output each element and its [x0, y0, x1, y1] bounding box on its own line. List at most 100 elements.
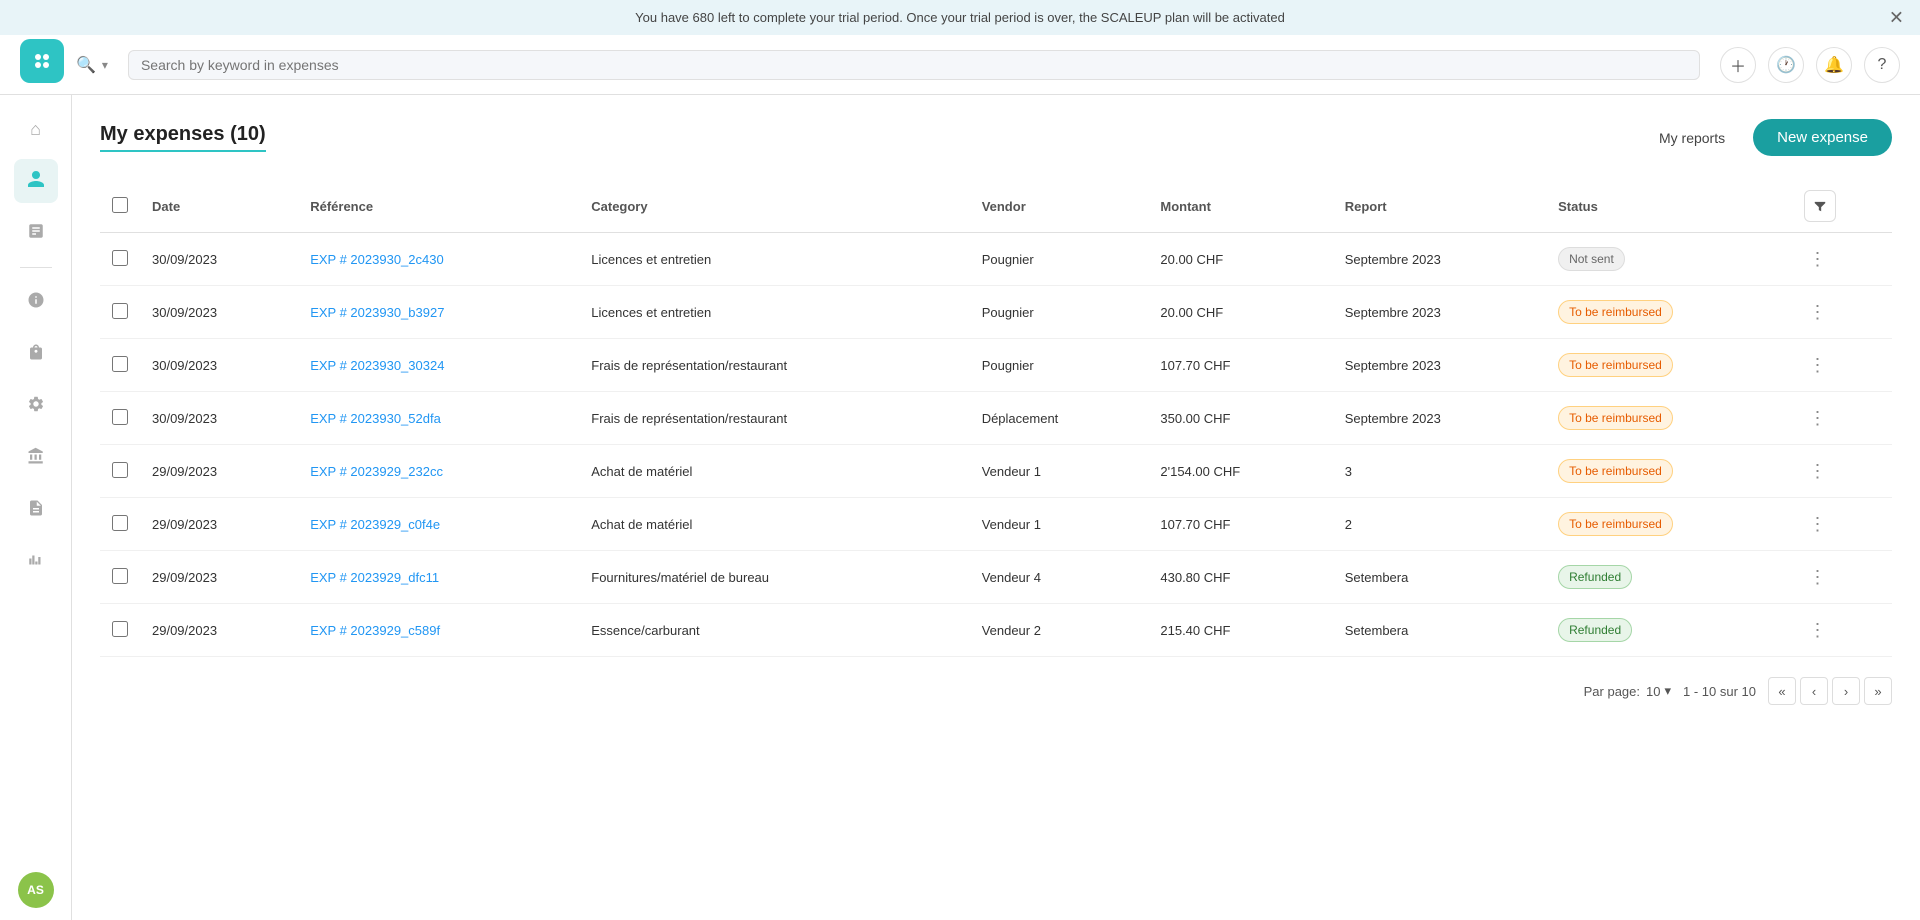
budget-icon — [27, 291, 45, 314]
clock-icon: 🕐 — [1776, 55, 1796, 75]
status-badge: To be reimbursed — [1558, 353, 1673, 377]
sidebar-item-budget[interactable] — [14, 280, 58, 324]
home-icon: ⌂ — [30, 119, 41, 140]
cell-date: 30/09/2023 — [140, 286, 298, 339]
row-checkbox-1[interactable] — [112, 303, 128, 319]
row-menu-button-7[interactable]: ⋮ — [1804, 620, 1830, 641]
expense-link-7[interactable]: EXP # 2023929_c589f — [310, 623, 440, 638]
row-checkbox-4[interactable] — [112, 462, 128, 478]
per-page-label: Par page: — [1584, 684, 1640, 699]
help-button[interactable]: ? — [1864, 47, 1900, 83]
filter-button[interactable] — [1804, 190, 1836, 222]
cell-report: Setembera — [1333, 604, 1546, 657]
clock-button[interactable]: 🕐 — [1768, 47, 1804, 83]
search-input[interactable] — [141, 57, 1687, 73]
cell-report: Septembre 2023 — [1333, 286, 1546, 339]
page-header: My expenses (10) My reports New expense — [100, 119, 1892, 156]
search-bar[interactable] — [128, 50, 1700, 80]
main-content: My expenses (10) My reports New expense … — [72, 95, 1920, 920]
expense-link-2[interactable]: EXP # 2023930_30324 — [310, 358, 444, 373]
cell-amount: 107.70 CHF — [1148, 339, 1332, 392]
search-icon: 🔍 — [76, 55, 96, 75]
status-badge: Refunded — [1558, 565, 1632, 589]
row-menu-button-4[interactable]: ⋮ — [1804, 461, 1830, 482]
expense-link-0[interactable]: EXP # 2023930_2c430 — [310, 252, 444, 267]
cell-category: Licences et entretien — [579, 233, 969, 286]
table-row: 30/09/2023 EXP # 2023930_52dfa Frais de … — [100, 392, 1892, 445]
table-row: 29/09/2023 EXP # 2023929_c589f Essence/c… — [100, 604, 1892, 657]
row-checkbox-7[interactable] — [112, 621, 128, 637]
expense-link-1[interactable]: EXP # 2023930_b3927 — [310, 305, 444, 320]
cell-amount: 20.00 CHF — [1148, 286, 1332, 339]
header: 🔍 ▾ ＋ 🕐 🔔 ? — [0, 35, 1920, 95]
sidebar-item-analytics[interactable] — [14, 540, 58, 584]
main-layout: ⌂ — [0, 95, 1920, 920]
row-menu-button-2[interactable]: ⋮ — [1804, 355, 1830, 376]
prev-page-button[interactable]: ‹ — [1800, 677, 1828, 705]
cell-report: Setembera — [1333, 551, 1546, 604]
select-all-checkbox[interactable] — [112, 197, 128, 213]
expense-link-3[interactable]: EXP # 2023930_52dfa — [310, 411, 441, 426]
sidebar-item-bank[interactable] — [14, 436, 58, 480]
next-page-button[interactable]: › — [1832, 677, 1860, 705]
expenses-table: Date Référence Category Vendor Montant R… — [100, 180, 1892, 657]
table-row: 30/09/2023 EXP # 2023930_b3927 Licences … — [100, 286, 1892, 339]
cell-category: Essence/carburant — [579, 604, 969, 657]
col-reference: Référence — [298, 180, 579, 233]
row-checkbox-6[interactable] — [112, 568, 128, 584]
sidebar-item-docs[interactable] — [14, 488, 58, 532]
status-badge: To be reimbursed — [1558, 300, 1673, 324]
expense-link-4[interactable]: EXP # 2023929_232cc — [310, 464, 443, 479]
row-checkbox-3[interactable] — [112, 409, 128, 425]
expense-link-5[interactable]: EXP # 2023929_c0f4e — [310, 517, 440, 532]
per-page-select[interactable]: 10 ▾ — [1646, 683, 1671, 699]
sidebar-item-reports[interactable] — [14, 211, 58, 255]
cell-vendor: Vendeur 1 — [970, 498, 1149, 551]
row-menu-button-1[interactable]: ⋮ — [1804, 302, 1830, 323]
cell-reference: EXP # 2023929_dfc11 — [298, 551, 579, 604]
first-page-button[interactable]: « — [1768, 677, 1796, 705]
cell-reference: EXP # 2023930_2c430 — [298, 233, 579, 286]
cell-date: 29/09/2023 — [140, 604, 298, 657]
row-menu-button-6[interactable]: ⋮ — [1804, 567, 1830, 588]
row-checkbox-2[interactable] — [112, 356, 128, 372]
cell-reference: EXP # 2023930_52dfa — [298, 392, 579, 445]
notifications-button[interactable]: 🔔 — [1816, 47, 1852, 83]
cell-date: 30/09/2023 — [140, 233, 298, 286]
cell-reference: EXP # 2023929_c589f — [298, 604, 579, 657]
cell-vendor: Pougnier — [970, 233, 1149, 286]
search-dropdown-arrow[interactable]: ▾ — [102, 58, 108, 72]
close-banner-button[interactable]: ✕ — [1889, 7, 1904, 28]
my-reports-button[interactable]: My reports — [1643, 122, 1741, 154]
add-button[interactable]: ＋ — [1720, 47, 1756, 83]
pagination-range: 1 - 10 sur 10 — [1683, 684, 1756, 699]
per-page-control: Par page: 10 ▾ — [1584, 683, 1671, 699]
expense-link-6[interactable]: EXP # 2023929_dfc11 — [310, 570, 439, 585]
cell-vendor: Pougnier — [970, 339, 1149, 392]
per-page-dropdown-icon: ▾ — [1664, 683, 1671, 699]
sidebar-item-users[interactable] — [14, 159, 58, 203]
row-menu-button-5[interactable]: ⋮ — [1804, 514, 1830, 535]
row-checkbox-5[interactable] — [112, 515, 128, 531]
row-menu-button-0[interactable]: ⋮ — [1804, 249, 1830, 270]
row-menu-button-3[interactable]: ⋮ — [1804, 408, 1830, 429]
col-report: Report — [1333, 180, 1546, 233]
bag-icon — [27, 343, 45, 366]
cell-status: To be reimbursed — [1546, 445, 1792, 498]
new-expense-button[interactable]: New expense — [1753, 119, 1892, 156]
table-row: 30/09/2023 EXP # 2023930_2c430 Licences … — [100, 233, 1892, 286]
cell-category: Frais de représentation/restaurant — [579, 339, 969, 392]
cell-report: Septembre 2023 — [1333, 233, 1546, 286]
cell-amount: 2'154.00 CHF — [1148, 445, 1332, 498]
last-page-button[interactable]: » — [1864, 677, 1892, 705]
row-checkbox-0[interactable] — [112, 250, 128, 266]
bank-icon — [27, 447, 45, 470]
pagination: Par page: 10 ▾ 1 - 10 sur 10 « ‹ › » — [100, 677, 1892, 705]
sidebar-item-bag[interactable] — [14, 332, 58, 376]
table-row: 29/09/2023 EXP # 2023929_dfc11 Fournitur… — [100, 551, 1892, 604]
plus-icon: ＋ — [1730, 53, 1746, 77]
cell-vendor: Vendeur 2 — [970, 604, 1149, 657]
sidebar-item-settings[interactable] — [14, 384, 58, 428]
sidebar-item-home[interactable]: ⌂ — [14, 107, 58, 151]
user-avatar[interactable]: AS — [18, 872, 54, 908]
